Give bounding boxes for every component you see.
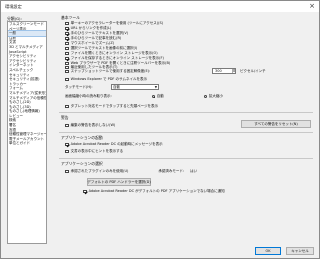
basic-option-checkbox[interactable] <box>65 46 69 51</box>
spinner-arrows-icon[interactable]: ▲ ▼ <box>232 69 235 73</box>
title-bar: 環境設定 × <box>1 1 319 12</box>
certified-mode-label: 承認済みモード: <box>158 169 185 173</box>
tips-label: 文書の表示中にヒントを表示する <box>70 149 124 153</box>
reading-zoom-label: 拡大縮小 <box>208 94 223 98</box>
reading-zoom-radio[interactable] <box>203 94 208 99</box>
adobe-notify-label: Adobe Acrobat Reader DC がデフォルトの PDF アプリケ… <box>88 189 225 193</box>
startup-message-checkbox[interactable] <box>65 142 69 147</box>
category-item[interactable]: 3D とマルチメディア <box>8 45 46 50</box>
startup-message-label: Adobe Acrobat Reader DC の起動時にメッセージを表示 <box>70 142 163 146</box>
basic-option-checkbox[interactable] <box>65 26 69 31</box>
startup-option-row[interactable]: 文書の表示中にヒントを表示する <box>65 149 123 154</box>
basic-option-checkbox[interactable] <box>65 31 69 36</box>
tablet-row[interactable]: タブレット対応モードでタップすると先頭ページを表示 <box>65 104 158 109</box>
tips-checkbox[interactable] <box>65 149 69 154</box>
section-divider <box>59 158 313 159</box>
category-item[interactable]: 単位とガイド <box>8 141 46 146</box>
basic-option-checkbox[interactable] <box>65 36 69 41</box>
default-pdf-handler-button[interactable]: デフォルトの PDF ハンドラーを選択(D) <box>87 178 151 186</box>
close-icon[interactable]: × <box>309 2 315 10</box>
ok-button[interactable]: OK <box>255 247 281 255</box>
basic-option-checkbox[interactable] <box>65 21 69 26</box>
snapshot-checkbox[interactable] <box>65 69 69 74</box>
edit-warning-row[interactable]: 編集の警告を表示しない(W) <box>65 123 115 128</box>
certified-mode-value: はい <box>190 169 198 173</box>
warnings-heading: 警告 <box>61 115 69 120</box>
edit-warning-checkbox[interactable] <box>65 123 69 128</box>
tablet-label: タブレット対応モードでタップすると先頭ページを表示 <box>70 104 159 108</box>
basic-option-checkbox[interactable] <box>65 56 69 61</box>
categories-list[interactable]: フルスクリーンモード ページ表示 一般 注釈 文書 3D とマルチメディア JavaScri… <box>7 21 47 244</box>
reading-auto-label: 自動 <box>156 94 164 98</box>
cancel-button[interactable]: キャンセル <box>286 247 314 255</box>
snapshot-unit: ピクセル/インチ <box>240 69 266 73</box>
touch-thumbnail-row[interactable]: Windows Explorer で PDF のサムネイルを表示 <box>65 77 147 82</box>
plugins-checkbox[interactable] <box>65 169 69 174</box>
adobe-notify-checkbox[interactable] <box>83 189 87 194</box>
reading-mode-row: 画面幅縮小時の読み取り表示: 自動 拡大縮小 <box>65 94 223 99</box>
startup-option-row[interactable]: Adobe Acrobat Reader DC の起動時にメッセージを表示 <box>65 142 163 147</box>
snapshot-label: スナップショットツールで使用する固定解像度(E): <box>70 69 151 73</box>
section-divider <box>59 132 313 133</box>
thumbnail-label: Windows Explorer で PDF のサムネイルを表示 <box>70 77 147 81</box>
section-divider <box>59 112 313 113</box>
snapshot-resolution-row[interactable]: スナップショットツールで使用する固定解像度(E): <box>65 69 150 74</box>
chevron-down-icon: ▼ <box>154 85 157 89</box>
touch-mode-label: タッチモード(H): <box>65 85 93 89</box>
reset-warnings-button[interactable]: すべての警告をリセット(N) <box>241 120 311 128</box>
category-item[interactable]: フルスクリーンモード <box>8 22 46 27</box>
plugins-row[interactable]: 承認されたプラグインのみを使用(U) 承認済みモード: はい <box>65 169 197 174</box>
reading-auto-radio[interactable] <box>151 94 156 99</box>
snapshot-resolution-input[interactable]: 300 ▲ ▼ <box>212 68 236 74</box>
basic-option-checkbox[interactable] <box>65 41 69 46</box>
adobe-notify-row[interactable]: Adobe Acrobat Reader DC がデフォルトの PDF アプリケ… <box>83 189 225 194</box>
window-title: 環境設定 <box>5 4 22 9</box>
edit-warning-label: 編集の警告を表示しない(W) <box>70 123 116 127</box>
plugins-label: 承認されたプラグインのみを使用(U) <box>70 169 129 173</box>
preferences-dialog: 環境設定 × 分類(G): フルスクリーンモード ページ表示 一般 注釈 文書 3D とマ… <box>0 0 320 259</box>
basic-option-checkbox[interactable] <box>65 51 69 56</box>
thumbnail-checkbox[interactable] <box>65 77 69 82</box>
tablet-checkbox[interactable] <box>65 104 69 109</box>
startup-heading: アプリケーションの起動 <box>61 135 103 140</box>
category-item[interactable]: マルチメディア(従来形式) <box>8 91 46 96</box>
touch-mode-value: 自動 <box>113 84 120 89</box>
snapshot-value: 300 <box>215 69 222 73</box>
app-selection-heading: アプリケーションの選択 <box>61 161 103 166</box>
touch-mode-select[interactable]: 自動 ▼ <box>111 84 159 90</box>
reading-mode-label: 画面幅縮小時の読み取り表示: <box>65 94 112 98</box>
